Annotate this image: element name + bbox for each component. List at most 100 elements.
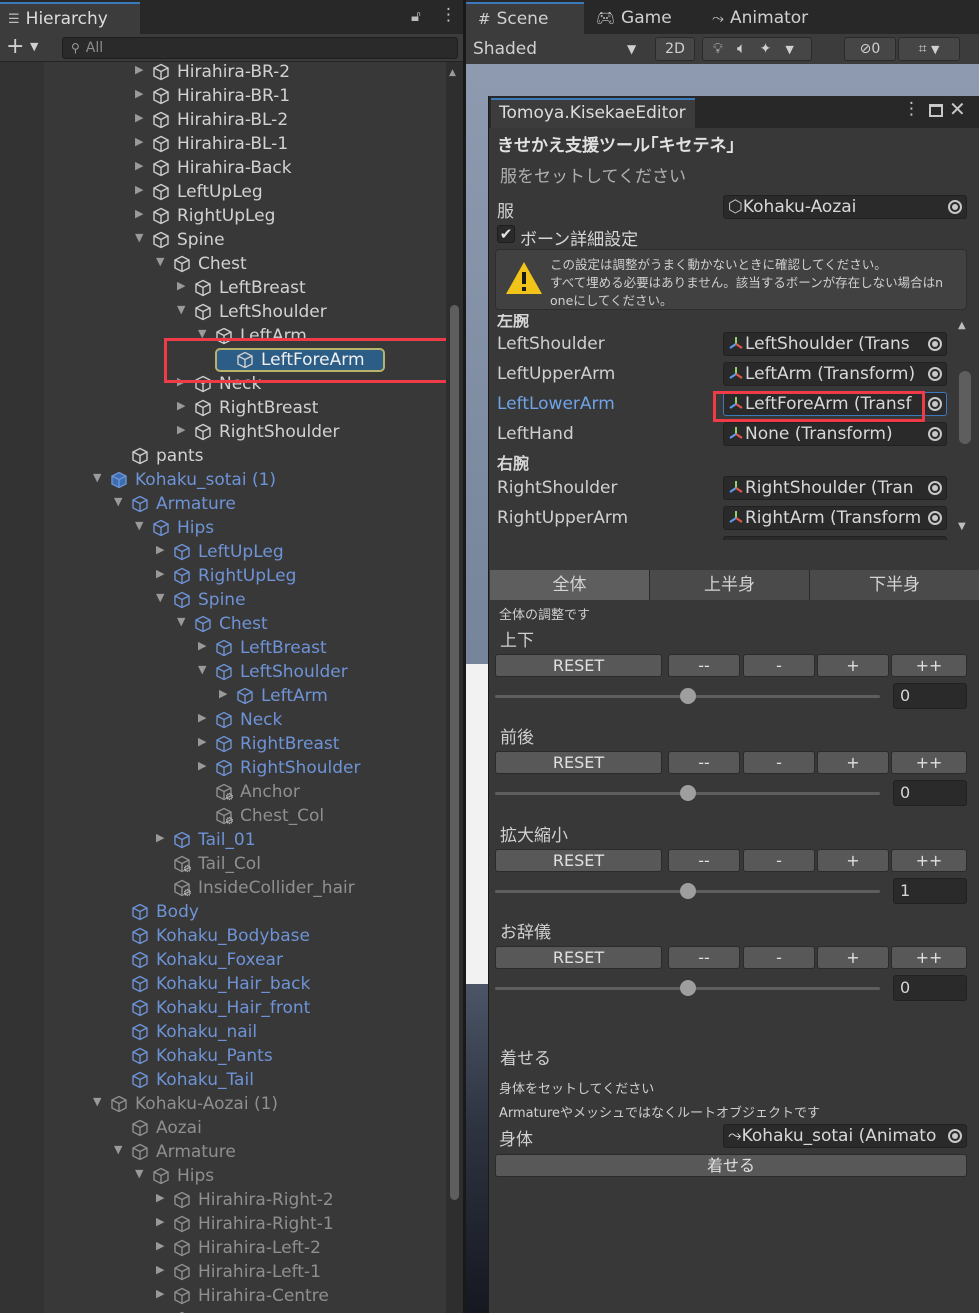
hierarchy-row[interactable]: ▼ LeftShoulder bbox=[0, 660, 445, 684]
value-field[interactable]: 0 bbox=[893, 975, 967, 1001]
tab-animator[interactable]: ⤳ Animator bbox=[712, 2, 808, 34]
hierarchy-row[interactable]: ▶ Hirahira-BL-2 bbox=[0, 108, 445, 132]
collapsed-arrow-icon[interactable]: ▶ bbox=[156, 1287, 164, 1300]
hierarchy-row[interactable]: Aozai bbox=[0, 1116, 445, 1140]
bone-field-leftupperarm[interactable]: LeftArm (Transform) bbox=[723, 362, 947, 386]
hierarchy-row[interactable]: ▶ LeftArm bbox=[0, 684, 445, 708]
lock-icon[interactable]: 🔓︎ bbox=[411, 7, 421, 25]
hierarchy-row[interactable]: ▶ Neck bbox=[0, 708, 445, 732]
object-picker-icon[interactable] bbox=[948, 1129, 962, 1143]
hierarchy-tab[interactable]: ☰ Hierarchy bbox=[0, 2, 140, 34]
close-icon[interactable]: ✕ bbox=[949, 97, 966, 121]
hierarchy-row[interactable]: ▶ Tail_01 bbox=[0, 828, 445, 852]
hierarchy-row[interactable]: Kohaku_Bodybase bbox=[0, 924, 445, 948]
object-picker-icon[interactable] bbox=[928, 367, 942, 381]
value-field[interactable]: 1 bbox=[893, 878, 967, 904]
maximize-icon[interactable] bbox=[929, 104, 943, 117]
increment-button[interactable]: + bbox=[817, 654, 889, 677]
hierarchy-row[interactable]: ▼ Armature bbox=[0, 492, 445, 516]
hierarchy-row[interactable]: ▶ LeftUpLeg bbox=[0, 180, 445, 204]
clothes-object-field[interactable]: ⬡Kohaku-Aozai bbox=[723, 195, 967, 219]
collapsed-arrow-icon[interactable]: ▶ bbox=[177, 423, 185, 436]
collapsed-arrow-icon[interactable]: ▶ bbox=[219, 687, 227, 700]
object-picker-icon[interactable] bbox=[928, 337, 942, 351]
value-field[interactable]: 0 bbox=[893, 780, 967, 806]
tab-all[interactable]: 全体 bbox=[490, 570, 650, 600]
hierarchy-row[interactable]: ▶ Hirahira-Right-2 bbox=[0, 1188, 445, 1212]
expanded-arrow-icon[interactable]: ▼ bbox=[114, 1143, 122, 1156]
scene-toggles-group[interactable]: 💡︎🔈︎✦▼ bbox=[702, 37, 812, 61]
increment-button[interactable]: + bbox=[817, 751, 889, 774]
scroll-down-icon[interactable]: ▼ bbox=[958, 521, 966, 532]
bone-field-partial[interactable] bbox=[723, 536, 947, 540]
expanded-arrow-icon[interactable]: ▼ bbox=[135, 519, 143, 532]
more-menu-icon[interactable]: ⋮ bbox=[440, 5, 457, 25]
collapsed-arrow-icon[interactable]: ▶ bbox=[135, 87, 143, 100]
collapsed-arrow-icon[interactable]: ▶ bbox=[135, 207, 143, 220]
reset-button[interactable]: RESET bbox=[495, 751, 662, 774]
hierarchy-row[interactable]: ▶ Hirahira-Left-2 bbox=[0, 1236, 445, 1260]
expanded-arrow-icon[interactable]: ▼ bbox=[114, 495, 122, 508]
bone-scroll-thumb[interactable] bbox=[959, 371, 971, 444]
bone-field-rightupperarm[interactable]: RightArm (Transform bbox=[723, 506, 947, 530]
shading-mode-dropdown[interactable]: Shaded bbox=[469, 37, 646, 61]
slider-thumb[interactable] bbox=[679, 883, 696, 899]
hierarchy-row[interactable]: ▶ LeftBreast bbox=[0, 276, 445, 300]
collapsed-arrow-icon[interactable]: ▶ bbox=[198, 639, 206, 652]
collapsed-arrow-icon[interactable]: ▶ bbox=[177, 399, 185, 412]
collapsed-arrow-icon[interactable]: ▶ bbox=[156, 567, 164, 580]
scroll-up-icon[interactable]: ▲ bbox=[449, 68, 456, 78]
hierarchy-row[interactable]: ▶ Hirahira-BR-1 bbox=[0, 84, 445, 108]
hierarchy-row[interactable]: ⚙ Anchor bbox=[0, 780, 445, 804]
object-picker-icon[interactable] bbox=[948, 200, 962, 214]
hierarchy-row[interactable]: ▼ Kohaku_sotai (1) bbox=[0, 468, 445, 492]
collapsed-arrow-icon[interactable]: ▶ bbox=[198, 711, 206, 724]
increment-large-button[interactable]: ++ bbox=[891, 849, 967, 872]
reset-button[interactable]: RESET bbox=[495, 654, 662, 677]
body-object-field[interactable]: ⤳Kohaku_sotai (Animato bbox=[723, 1124, 967, 1148]
collapsed-arrow-icon[interactable]: ▶ bbox=[156, 1239, 164, 1252]
hierarchy-row[interactable]: ▼ Spine bbox=[0, 588, 445, 612]
hierarchy-row[interactable]: ▶ Hirahira-Right-1 bbox=[0, 1212, 445, 1236]
hierarchy-row[interactable]: ▶ RightBreast bbox=[0, 396, 445, 420]
expanded-arrow-icon[interactable]: ▼ bbox=[177, 303, 185, 316]
hierarchy-row[interactable]: ▼ Armature bbox=[0, 1140, 445, 1164]
collapsed-arrow-icon[interactable]: ▶ bbox=[156, 1263, 164, 1276]
expanded-arrow-icon[interactable]: ▼ bbox=[93, 1095, 101, 1108]
tab-game[interactable]: 🎮︎ Game bbox=[594, 2, 672, 34]
object-picker-icon[interactable] bbox=[928, 481, 942, 495]
bone-detail-checkbox[interactable]: ✔ bbox=[497, 225, 515, 243]
hierarchy-row[interactable]: ▼ LeftShoulder bbox=[0, 300, 445, 324]
hierarchy-row[interactable]: ▶ LeftBreast bbox=[0, 636, 445, 660]
hierarchy-row[interactable]: ▼ Hips bbox=[0, 516, 445, 540]
reset-button[interactable]: RESET bbox=[495, 946, 662, 969]
collapsed-arrow-icon[interactable]: ▶ bbox=[135, 111, 143, 124]
bone-settings-scrollview[interactable]: 左腕 LeftShoulder LeftShoulder (Trans Left… bbox=[493, 314, 977, 540]
decrement-button[interactable]: - bbox=[743, 849, 815, 872]
hierarchy-scroll-thumb[interactable] bbox=[450, 305, 459, 1200]
effects-icon[interactable]: ✦ bbox=[760, 41, 786, 57]
hierarchy-row[interactable]: ⚙ InsideCollider_hair bbox=[0, 876, 445, 900]
expanded-arrow-icon[interactable]: ▼ bbox=[93, 471, 101, 484]
slider-thumb[interactable] bbox=[679, 688, 696, 704]
increment-large-button[interactable]: ++ bbox=[891, 751, 967, 774]
hierarchy-row[interactable]: ⚙ Tail_Col bbox=[0, 852, 445, 876]
hierarchy-row[interactable]: ▶ Hirahira-BR-2 bbox=[0, 60, 445, 84]
expanded-arrow-icon[interactable]: ▼ bbox=[135, 1167, 143, 1180]
decrement-button[interactable]: - bbox=[743, 654, 815, 677]
reset-button[interactable]: RESET bbox=[495, 849, 662, 872]
hierarchy-search-input[interactable]: ⚲ All bbox=[62, 37, 458, 59]
decrement-large-button[interactable]: -- bbox=[668, 654, 740, 677]
decrement-large-button[interactable]: -- bbox=[668, 849, 740, 872]
hierarchy-row[interactable]: ▶ Hirahira-Back bbox=[0, 156, 445, 180]
editor-tab[interactable]: Tomoya.KisekaeEditor bbox=[491, 98, 695, 128]
hierarchy-row[interactable]: ▼ Chest bbox=[0, 612, 445, 636]
expanded-arrow-icon[interactable]: ▼ bbox=[156, 591, 164, 604]
object-picker-icon[interactable] bbox=[928, 397, 942, 411]
collapsed-arrow-icon[interactable]: ▶ bbox=[177, 279, 185, 292]
collapsed-arrow-icon[interactable]: ▶ bbox=[156, 543, 164, 556]
collapsed-arrow-icon[interactable]: ▶ bbox=[156, 1215, 164, 1228]
scroll-up-icon[interactable]: ▲ bbox=[958, 320, 966, 331]
increment-button[interactable]: + bbox=[817, 849, 889, 872]
slider-thumb[interactable] bbox=[679, 785, 696, 801]
